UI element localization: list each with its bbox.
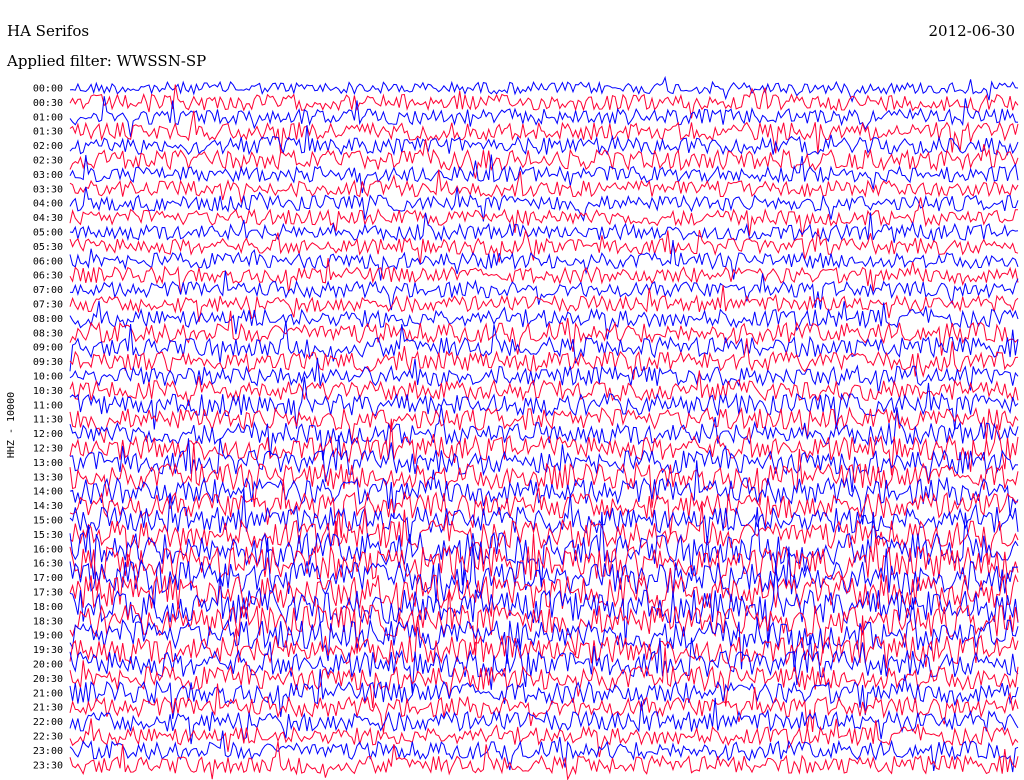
row-time-label: 12:30 [33,444,63,455]
row-time-label: 04:00 [33,199,63,210]
trace-line [69,357,1019,394]
trace-line [69,669,1019,719]
row-time-label: 01:30 [33,127,63,138]
station-title: HA Serifos [7,22,89,40]
trace-line [69,683,1019,733]
seismic-traces [69,75,1019,780]
row-time-label: 07:30 [33,300,63,311]
row-time-label: 09:30 [33,357,63,368]
trace-line [69,284,1019,323]
row-time-label: 12:00 [33,429,63,440]
row-time-label: 17:30 [33,588,63,599]
row-time-label: 17:00 [33,573,63,584]
row-time-label: 02:30 [33,156,63,167]
row-time-label: 15:00 [33,516,63,527]
row-time-label: 16:30 [33,559,63,570]
row-time-label: 13:30 [33,472,63,483]
row-time-label: 06:00 [33,256,63,267]
row-time-label: 19:30 [33,645,63,656]
row-time-label: 22:00 [33,717,63,728]
row-time-label: 19:00 [33,631,63,642]
trace-line [69,507,1019,588]
row-time-label: 21:00 [33,688,63,699]
trace-line [69,310,1019,356]
row-time-label: 20:00 [33,660,63,671]
row-time-label: 18:00 [33,602,63,613]
row-time-label: 22:30 [33,732,63,743]
row-time-label: 23:30 [33,760,63,771]
row-time-label: 08:00 [33,314,63,325]
row-time-label: 20:30 [33,674,63,685]
row-time-label: 08:30 [33,328,63,339]
row-time-label: 09:00 [33,343,63,354]
date-label: 2012-06-30 [929,22,1015,40]
row-time-label: 03:00 [33,170,63,181]
row-time-label: 04:30 [33,213,63,224]
row-time-label: 02:00 [33,141,63,152]
row-time-label: 06:30 [33,271,63,282]
helicorder-chart: 00:00 00:30 01:00 01:30 02:00 02:30 03:00 03:30… [6,22,1019,780]
row-time-label: 05:30 [33,242,63,253]
row-time-label: 13:00 [33,458,63,469]
row-time-label: 23:00 [33,746,63,757]
row-time-label: 15:30 [33,530,63,541]
row-time-label: 14:30 [33,501,63,512]
row-time-label: 07:00 [33,285,63,296]
row-time-label: 11:30 [33,415,63,426]
row-time-label: 01:00 [33,112,63,123]
row-time-label: 18:30 [33,616,63,627]
trace-line [69,321,1019,372]
row-time-label: 00:30 [33,98,63,109]
filter-label: Applied filter: WWSSN-SP [6,52,206,70]
row-time-label: 05:00 [33,228,63,239]
y-axis-label: HHZ - 10000 [6,392,17,458]
row-time-labels: 00:00 00:30 01:00 01:30 02:00 02:30 03:00 03:30… [33,84,63,772]
row-time-label: 10:00 [33,372,63,383]
trace-line [69,110,1019,154]
row-time-label: 03:30 [33,184,63,195]
trace-line [69,567,1019,621]
row-time-label: 10:30 [33,386,63,397]
trace-line [69,615,1019,669]
row-time-label: 00:00 [33,84,63,95]
trace-line [69,75,1019,103]
row-time-label: 21:30 [33,703,63,714]
row-time-label: 16:00 [33,544,63,555]
row-time-label: 11:00 [33,400,63,411]
row-time-label: 14:00 [33,487,63,498]
